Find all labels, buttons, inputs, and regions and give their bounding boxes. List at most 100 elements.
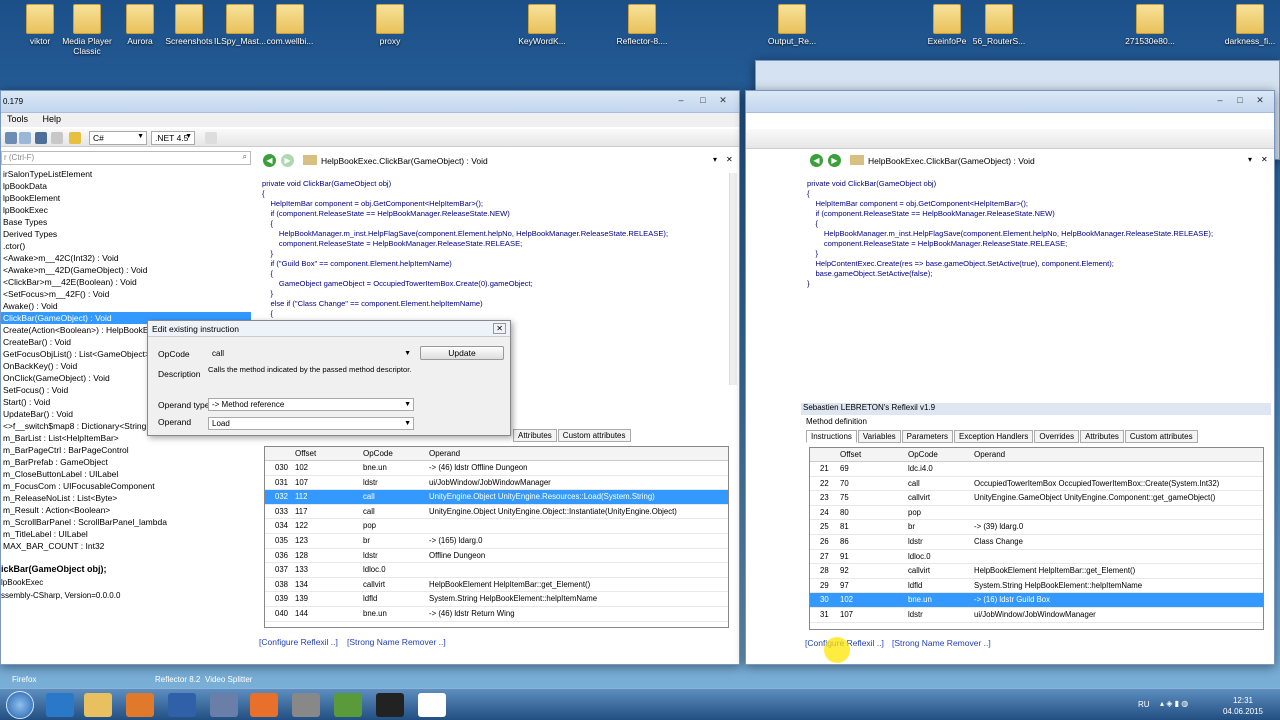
star-icon[interactable] — [69, 132, 81, 144]
tree-item[interactable]: m_BarPageCtrl : BarPageControl — [1, 444, 251, 456]
operand-select[interactable]: Load ▼ — [208, 417, 414, 430]
back-arrow-icon[interactable]: ◀ — [263, 154, 276, 167]
tab-variables[interactable]: Variables — [857, 430, 901, 443]
tab-custom-attributes[interactable]: Custom attributes — [1124, 430, 1198, 443]
menu-help[interactable]: Help — [37, 113, 68, 125]
tree-item[interactable]: MAX_BAR_COUNT : Int32 — [1, 540, 251, 552]
start-button[interactable] — [6, 691, 34, 719]
desktop-icon[interactable]: com.wellbi... — [258, 4, 322, 46]
tree-item[interactable]: m_ReleaseNoList : List<Byte> — [1, 492, 251, 504]
video-icon[interactable] — [334, 693, 362, 717]
configure-reflexil-link[interactable]: [Configure Reflexil ..] — [259, 637, 338, 647]
desktop-icon[interactable]: 271530e80... — [1118, 4, 1182, 46]
forward-arrow-icon[interactable]: ▶ — [828, 154, 841, 167]
tab-title[interactable]: HelpBookExec.ClickBar(GameObject) : Void — [868, 156, 1035, 166]
framework-select[interactable]: .NET 4.5 ▼ — [151, 131, 195, 145]
tree-item[interactable]: m_CloseButtonLabel : UILabel — [1, 468, 251, 480]
tab-overrides[interactable]: Overrides — [1034, 430, 1080, 443]
clock[interactable]: 12:31 04.06.2015 — [1218, 695, 1268, 717]
tool-icon[interactable] — [292, 693, 320, 717]
table-row[interactable]: 031 107 ldstr ui/JobWindow/JobWindowManager — [265, 476, 728, 491]
app-icon[interactable] — [210, 693, 238, 717]
instructions-grid[interactable]: Offset OpCode Operand 21 69 ldc.i4.0 22 70 call O… — [809, 447, 1264, 630]
forward-arrow-icon[interactable]: ▶ — [281, 154, 294, 167]
table-row[interactable]: 036 128 ldstr Offline Dungeon — [265, 549, 728, 564]
tree-item[interactable]: <ClickBar>m__42E(Boolean) : Void — [1, 276, 251, 288]
table-row[interactable]: 26 86 ldstr Class Change — [810, 535, 1263, 550]
tree-item[interactable]: <Awake>m__42D(GameObject) : Void — [1, 264, 251, 276]
back-arrow-icon[interactable]: ◀ — [810, 154, 823, 167]
strong-name-remover-link[interactable]: [Strong Name Remover ..] — [892, 638, 991, 648]
minimize-icon[interactable]: – — [675, 95, 687, 105]
tree-item[interactable]: .ctor() — [1, 240, 251, 252]
strong-name-remover-link[interactable]: [Strong Name Remover ..] — [347, 637, 446, 647]
table-row[interactable]: 27 91 ldloc.0 — [810, 550, 1263, 565]
table-row[interactable]: 29 97 ldfld System.String HelpBookElement::… — [810, 579, 1263, 594]
tree-item[interactable]: m_ScrollBarPanel : ScrollBarPanel_lambda — [1, 516, 251, 528]
tree-item[interactable]: <Awake>m__42C(Int32) : Void — [1, 252, 251, 264]
desktop-icon[interactable]: Reflector-8.... — [610, 4, 674, 46]
desktop-icon[interactable]: proxy — [358, 4, 422, 46]
tab-menu-icon[interactable]: ▾ — [1248, 155, 1252, 164]
code-view[interactable]: private void ClickBar(GameObject obj){ H… — [807, 179, 1267, 384]
tab-parameters[interactable]: Parameters — [901, 430, 954, 443]
code-scrollbar[interactable] — [729, 173, 737, 385]
opcode-select[interactable]: call ▼ — [208, 347, 414, 360]
table-row[interactable]: 22 70 call OccupiedTowerItemBox OccupiedTow… — [810, 477, 1263, 492]
tab-exception-handlers[interactable]: Exception Handlers — [954, 430, 1034, 443]
table-row[interactable]: 034 122 pop — [265, 519, 728, 534]
console-icon[interactable] — [376, 693, 404, 717]
instructions-grid[interactable]: Offset OpCode Operand 030 102 bne.un -> (46) l… — [264, 446, 729, 628]
tab-attributes[interactable]: Attributes — [513, 429, 557, 442]
tab-close-icon[interactable]: ✕ — [1261, 155, 1268, 164]
tree-item[interactable]: m_BarPrefab : GameObject — [1, 456, 251, 468]
tray-icons[interactable]: ▴ ◈ ▮ ◍ — [1160, 699, 1214, 711]
operand-type-select[interactable]: -> Method reference ▼ — [208, 398, 414, 411]
tab-custom-attributes[interactable]: Custom attributes — [557, 429, 631, 442]
search-box[interactable]: r (Ctrl-F) ⌕ — [1, 151, 251, 165]
table-row[interactable]: 039 139 ldfld System.String HelpBookElement… — [265, 592, 728, 607]
table-row[interactable]: 21 69 ldc.i4.0 — [810, 462, 1263, 477]
desktop-icon[interactable]: Output_Re... — [760, 4, 824, 46]
maximize-icon[interactable]: □ — [697, 95, 709, 105]
tree-item[interactable]: m_TitleLabel : UILabel — [1, 528, 251, 540]
menu-tools[interactable]: Tools — [1, 113, 34, 125]
tree-item[interactable]: lpBookData — [1, 180, 251, 192]
close-icon[interactable]: ✕ — [717, 95, 729, 105]
tree-item[interactable]: Awake() : Void — [1, 300, 251, 312]
table-row[interactable]: 030 102 bne.un -> (46) ldstr Offline Dungeo… — [265, 461, 728, 476]
tree-item[interactable]: Derived Types — [1, 228, 251, 240]
open-icon[interactable] — [5, 132, 17, 144]
table-row[interactable]: 037 133 ldloc.0 — [265, 563, 728, 578]
update-button[interactable]: Update — [420, 346, 504, 360]
assembly-icon[interactable] — [35, 132, 47, 144]
table-row[interactable]: 033 117 call UnityEngine.Object UnityEngine… — [265, 505, 728, 520]
desktop-icon[interactable]: darkness_fi... — [1218, 4, 1280, 46]
floppy-icon[interactable] — [168, 693, 196, 717]
desktop-icon[interactable]: KeyWordK... — [510, 4, 574, 46]
tab-menu-icon[interactable]: ▾ — [713, 155, 717, 164]
search-icon[interactable] — [51, 132, 63, 144]
close-icon[interactable]: ✕ — [1254, 95, 1266, 105]
table-row[interactable]: 30 102 bne.un -> (16) ldstr Guild Box — [810, 593, 1263, 608]
close-icon[interactable]: ✕ — [493, 323, 506, 334]
notepad-icon[interactable] — [418, 693, 446, 717]
tree-item[interactable]: lpBookElement — [1, 192, 251, 204]
table-row[interactable]: 24 80 pop — [810, 506, 1263, 521]
tree-item[interactable]: m_FocusCom : UIFocusableComponent — [1, 480, 251, 492]
table-row[interactable]: 31 107 ldstr ui/JobWindow/JobWindowManager — [810, 608, 1263, 623]
tree-item[interactable]: <SetFocus>m__42F() : Void — [1, 288, 251, 300]
save-icon[interactable] — [19, 132, 31, 144]
maximize-icon[interactable]: □ — [1234, 95, 1246, 105]
tree-item[interactable]: lpBookExec — [1, 204, 251, 216]
media-icon[interactable] — [126, 693, 154, 717]
tab-title[interactable]: HelpBookExec.ClickBar(GameObject) : Void — [321, 156, 488, 166]
language-select[interactable]: C# ▼ — [89, 131, 147, 145]
title-bar[interactable]: – □ ✕ — [746, 91, 1274, 113]
language-indicator[interactable]: RU — [1138, 700, 1150, 709]
table-row[interactable]: 035 123 br -> (165) ldarg.0 — [265, 534, 728, 549]
table-row[interactable]: 032 112 call UnityEngine.Object UnityEngine… — [265, 490, 728, 505]
minimize-icon[interactable]: – — [1214, 95, 1226, 105]
table-row[interactable]: 25 81 br -> (39) ldarg.0 — [810, 520, 1263, 535]
explorer-icon[interactable] — [84, 693, 112, 717]
